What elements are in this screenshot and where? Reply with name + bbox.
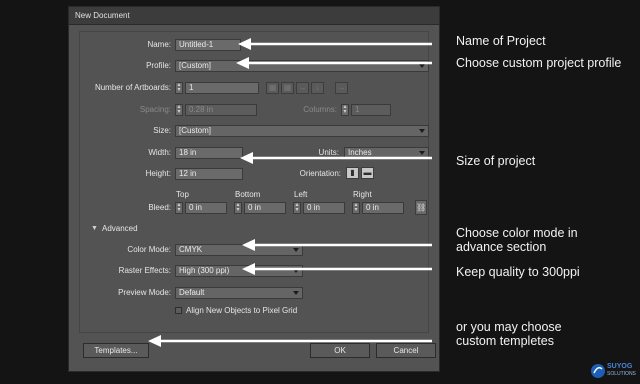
annotation-templates-line2: custom templetes <box>456 334 554 348</box>
logo-tagline: SOLUTIONS <box>607 371 636 377</box>
annotation-color-mode-line1: Choose color mode in <box>456 226 578 240</box>
size-arrowhead <box>240 152 253 164</box>
templates-arrowhead <box>148 335 161 347</box>
watermark-logo: SUYOG SOLUTIONS <box>590 360 638 382</box>
annotation-raster: Keep quality to 300ppi <box>456 265 580 279</box>
logo-emblem-icon <box>591 364 605 378</box>
annotation-profile: Choose custom project profile <box>456 56 622 70</box>
logo-brand-name: SUYOG <box>607 363 633 370</box>
annotation-templates-line1: or you may choose <box>456 320 562 334</box>
annotation-color-mode-line2: advance section <box>456 240 547 254</box>
profile-arrowhead <box>236 57 249 69</box>
color-mode-arrowhead <box>242 239 255 251</box>
raster-arrowhead <box>242 263 255 275</box>
name-arrowhead <box>238 38 251 50</box>
annotation-name: Name of Project <box>456 34 546 48</box>
annotation-size: Size of project <box>456 154 536 168</box>
